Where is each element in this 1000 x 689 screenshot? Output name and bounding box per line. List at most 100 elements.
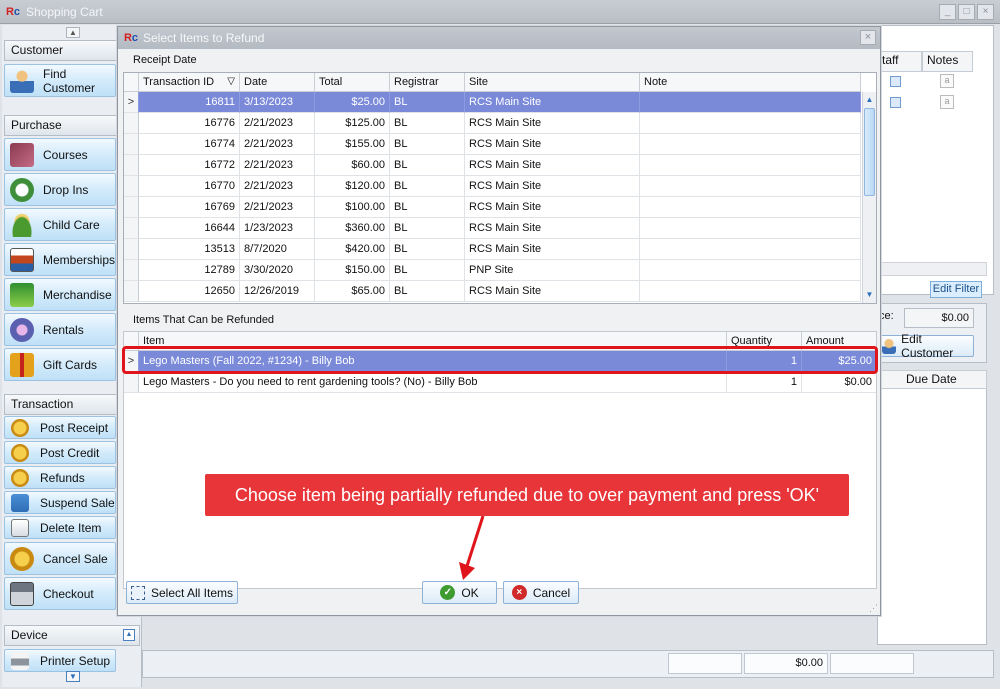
total-column-header[interactable]: Total <box>315 73 390 92</box>
post-credit-button[interactable]: Post Credit <box>4 441 116 464</box>
current-row-indicator-icon[interactable]: > <box>124 92 139 113</box>
receipt-row[interactable]: >16811 3/13/2023 $25.00 BL RCS Main Site <box>124 92 861 113</box>
suspend-sale-button[interactable]: Suspend Sale <box>4 491 116 514</box>
select-all-items-button[interactable]: Select All Items <box>126 581 238 604</box>
cancel-button[interactable]: × Cancel <box>503 581 579 604</box>
transaction-id-cell: 16776 <box>139 113 240 134</box>
row-selector[interactable] <box>124 113 139 134</box>
gift-cards-button[interactable]: Gift Cards <box>4 348 116 381</box>
rentals-button[interactable]: Rentals <box>4 313 116 346</box>
scroll-thumb[interactable] <box>864 108 875 196</box>
row-selector[interactable] <box>124 281 139 302</box>
row-selector[interactable] <box>124 372 139 393</box>
quantity-column-header[interactable]: Quantity <box>727 332 802 351</box>
main-titlebar: Rc Shopping Cart _ □ × <box>0 0 1000 24</box>
notes-column-header[interactable]: Notes <box>922 51 973 72</box>
sidebar-scroll-up-button[interactable]: ▲ <box>66 27 80 38</box>
find-customer-button[interactable]: Find Customer <box>4 64 116 97</box>
site-cell: RCS Main Site <box>465 134 640 155</box>
delete-icon <box>11 518 29 537</box>
find-customer-label: Find Customer <box>43 66 96 95</box>
courses-button[interactable]: Courses <box>4 138 116 171</box>
row-selector[interactable] <box>124 218 139 239</box>
registrar-cell: BL <box>390 134 465 155</box>
registrar-column-header[interactable]: Registrar <box>390 73 465 92</box>
due-date-column-header[interactable]: Due Date <box>877 370 987 389</box>
app-logo-icon: Rc <box>5 6 21 18</box>
printer-setup-button[interactable]: Printer Setup <box>4 649 116 672</box>
date-column-header[interactable]: Date <box>240 73 315 92</box>
receipt-row[interactable]: 16772 2/21/2023 $60.00 BL RCS Main Site <box>124 155 861 176</box>
receipt-row[interactable]: 16769 2/21/2023 $100.00 BL RCS Main Site <box>124 197 861 218</box>
receipt-row[interactable]: 12789 3/30/2020 $150.00 BL PNP Site <box>124 260 861 281</box>
printer-setup-label: Printer Setup <box>40 653 111 668</box>
rentals-icon <box>10 317 34 342</box>
scroll-down-icon[interactable]: ▼ <box>864 289 875 301</box>
site-column-header[interactable]: Site <box>465 73 640 92</box>
transaction-id-cell: 16770 <box>139 176 240 197</box>
delete-item-button[interactable]: Delete Item <box>4 516 116 539</box>
balance-value: $0.00 <box>904 308 974 328</box>
receipt-row[interactable]: 16644 1/23/2023 $360.00 BL RCS Main Site <box>124 218 861 239</box>
date-cell: 2/21/2023 <box>240 134 315 155</box>
horizontal-scrollbar[interactable] <box>877 262 987 276</box>
close-window-button[interactable]: × <box>977 4 994 20</box>
row-selector[interactable] <box>124 197 139 218</box>
edit-filter-button[interactable]: Edit Filter <box>930 281 982 298</box>
scroll-up-icon[interactable]: ▲ <box>864 94 875 106</box>
child-care-button[interactable]: Child Care <box>4 208 116 241</box>
site-cell: RCS Main Site <box>465 281 640 302</box>
receipt-row[interactable]: 16774 2/21/2023 $155.00 BL RCS Main Site <box>124 134 861 155</box>
checkmark-icon: ✓ <box>440 585 456 600</box>
date-cell: 2/21/2023 <box>240 155 315 176</box>
total-cell: $150.00 <box>315 260 390 281</box>
drop-ins-label: Drop Ins <box>43 182 89 197</box>
transaction-id-column-header[interactable]: Transaction ID ▽ <box>139 73 240 92</box>
staff-checkbox[interactable] <box>890 76 901 87</box>
registrar-cell: BL <box>390 239 465 260</box>
ok-button[interactable]: ✓ OK <box>422 581 497 604</box>
receipt-row[interactable]: 16770 2/21/2023 $120.00 BL RCS Main Site <box>124 176 861 197</box>
cancel-sale-button[interactable]: Cancel Sale <box>4 542 116 575</box>
minimize-button[interactable]: _ <box>939 4 956 20</box>
staff-checkbox[interactable] <box>890 97 901 108</box>
row-selector[interactable] <box>124 134 139 155</box>
receipt-row[interactable]: 16776 2/21/2023 $125.00 BL RCS Main Site <box>124 113 861 134</box>
refund-item-row[interactable]: > Lego Masters (Fall 2022, #1234) - Billy… <box>124 351 876 372</box>
row-selector[interactable] <box>124 260 139 281</box>
row-selector[interactable] <box>124 239 139 260</box>
maximize-button[interactable]: □ <box>958 4 975 20</box>
drop-ins-button[interactable]: Drop Ins <box>4 173 116 206</box>
edit-customer-button[interactable]: Edit Customer <box>877 332 974 360</box>
device-section-header[interactable]: Device ▲ <box>4 625 140 646</box>
refund-item-row[interactable]: Lego Masters - Do you need to rent garde… <box>124 372 876 393</box>
amount-column-header[interactable]: Amount <box>802 332 876 351</box>
note-icon[interactable]: a <box>940 95 954 109</box>
receipt-row[interactable]: 13513 8/7/2020 $420.00 BL RCS Main Site <box>124 239 861 260</box>
item-column-header[interactable]: Item <box>139 332 727 351</box>
note-cell <box>640 239 861 260</box>
receipt-row[interactable]: 12650 12/26/2019 $65.00 BL RCS Main Site <box>124 281 861 302</box>
total-cell: $60.00 <box>315 155 390 176</box>
due-date-label: Due Date <box>906 372 957 386</box>
resize-grip-icon[interactable]: ⋰ <box>868 603 878 613</box>
dialog-close-button[interactable]: × <box>860 30 876 45</box>
refunds-button[interactable]: Refunds <box>4 466 116 489</box>
transaction-id-cell: 16644 <box>139 218 240 239</box>
item-cell: Lego Masters (Fall 2022, #1234) - Billy … <box>139 351 727 372</box>
checkout-button[interactable]: Checkout <box>4 577 116 610</box>
row-selector[interactable] <box>124 176 139 197</box>
sidebar-scroll-down-button[interactable]: ▼ <box>66 671 80 682</box>
receipts-vertical-scrollbar[interactable]: ▲ ▼ <box>862 92 876 303</box>
row-selector[interactable] <box>124 155 139 176</box>
staff-column-header[interactable]: taff <box>877 51 922 72</box>
merchandise-button[interactable]: Merchandise <box>4 278 116 311</box>
current-row-indicator-icon[interactable]: > <box>124 351 139 372</box>
memberships-button[interactable]: Memberships <box>4 243 116 276</box>
collapse-icon[interactable]: ▲ <box>123 629 135 641</box>
transaction-id-cell: 16769 <box>139 197 240 218</box>
coins-icon <box>11 418 29 437</box>
note-column-header[interactable]: Note <box>640 73 861 92</box>
post-receipt-button[interactable]: Post Receipt <box>4 416 116 439</box>
note-icon[interactable]: a <box>940 74 954 88</box>
